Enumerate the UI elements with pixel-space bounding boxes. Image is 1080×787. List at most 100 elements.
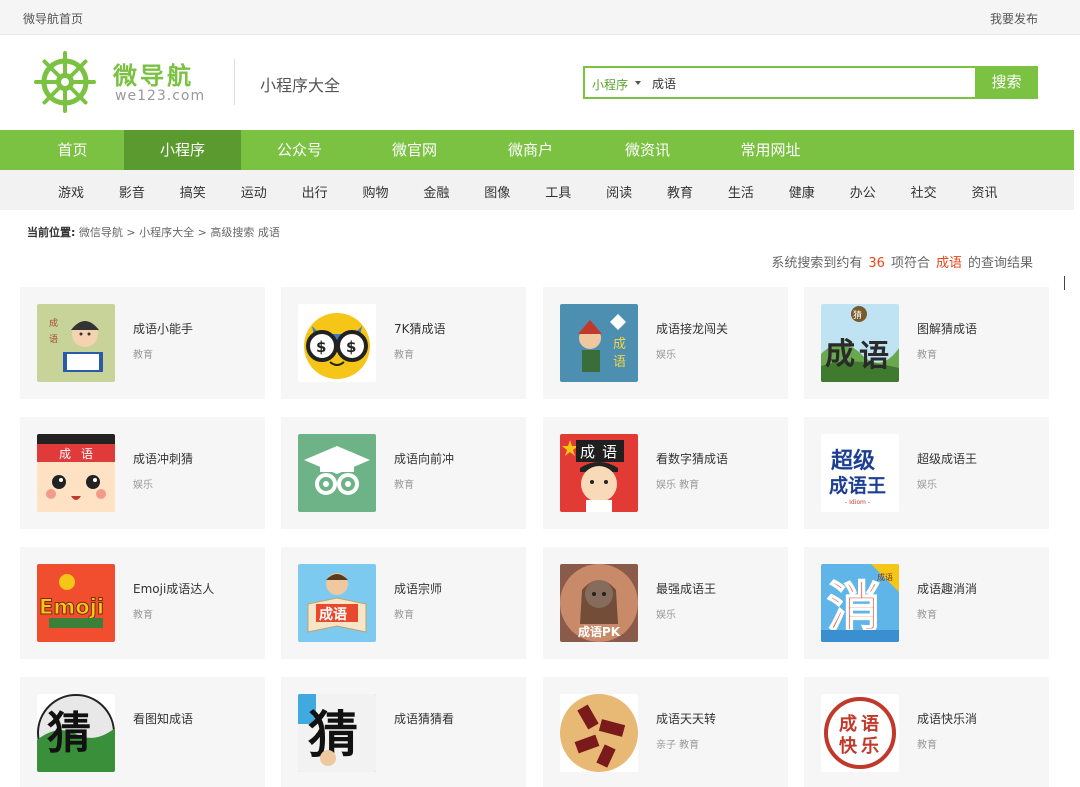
main-nav-item[interactable]: 微官网 [356, 130, 473, 170]
warrior-icon[interactable]: 成语 [560, 304, 638, 382]
app-name[interactable]: 超级成语王 [917, 450, 977, 467]
category-nav-item[interactable]: 生活 [728, 182, 754, 201]
app-card[interactable]: $ $ 7K猜成语教育 [281, 287, 526, 399]
app-card[interactable]: 成语 成语宗师 教育 [281, 547, 526, 659]
app-name[interactable]: 看图知成语 [133, 710, 193, 727]
category-nav-item[interactable]: 游戏 [58, 182, 84, 201]
result-prefix: 系统搜索到约有 [771, 256, 863, 271]
app-category: 教育 [394, 350, 414, 361]
app-name[interactable]: 成语猜猜看 [394, 710, 454, 727]
top-bar: 微导航首页 我要发布 [0, 0, 1080, 35]
app-card[interactable]: 成语 成语小能手 教育 [20, 287, 265, 399]
app-card[interactable]: 成语 成语接龙闯关 娱乐 [543, 287, 788, 399]
emoji-text-icon[interactable]: Emoji [37, 564, 115, 642]
category-nav-item[interactable]: 购物 [363, 182, 389, 201]
main-nav-item[interactable]: 微商户 [472, 130, 589, 170]
category-nav-item[interactable]: 资讯 [972, 182, 998, 201]
header-divider [234, 59, 235, 105]
app-name[interactable]: 图解猜成语 [917, 320, 977, 337]
main-nav-item[interactable]: 首页 [14, 130, 131, 170]
xiao-char-icon[interactable]: 成语消 [821, 564, 899, 642]
category-nav-item[interactable]: 搞笑 [180, 182, 206, 201]
svg-text:成: 成 [839, 713, 857, 735]
app-name[interactable]: 看数字猜成语 [656, 450, 728, 467]
landscape-chars-icon[interactable]: 成语 猜 [821, 304, 899, 382]
app-card[interactable]: 成语 看数字猜成语娱乐 教育 [543, 417, 788, 529]
headband-face-icon[interactable]: 成语 [37, 434, 115, 512]
category-nav-item[interactable]: 金融 [423, 182, 449, 201]
book-boy-icon[interactable]: 成语 [298, 564, 376, 642]
app-card[interactable]: 成语天天转 亲子 教育 [543, 677, 788, 787]
app-card[interactable]: 猜 成语猜猜看 [281, 677, 526, 787]
reading-kid-icon[interactable]: 成语 [37, 304, 115, 382]
boy-sign-icon[interactable]: 成语 [560, 434, 638, 512]
chevron-down-icon[interactable] [635, 81, 641, 85]
main-nav-item[interactable]: 常用网址 [712, 130, 829, 170]
app-name[interactable]: 成语向前冲 [394, 450, 454, 467]
super-idiom-text-icon[interactable]: 超级 成语王 - Idiom - [821, 434, 899, 512]
app-card[interactable]: 超级 成语王 - Idiom - 超级成语王 娱乐 [804, 417, 1049, 529]
category-nav-item[interactable]: 阅读 [606, 182, 632, 201]
spinning-blocks-icon[interactable] [560, 694, 638, 772]
category-nav-item[interactable]: 教育 [667, 182, 693, 201]
main-nav-item[interactable]: 微资讯 [589, 130, 706, 170]
svg-text:成: 成 [59, 447, 71, 461]
app-category: 教育 [917, 740, 937, 751]
search-button[interactable]: 搜索 [975, 66, 1038, 99]
cai-calligraphy-icon[interactable]: 猜 [298, 694, 376, 772]
search-type-select[interactable]: 小程序 [592, 76, 628, 93]
svg-text:$: $ [316, 338, 326, 356]
main-nav-item[interactable]: 小程序 [124, 130, 241, 170]
category-nav-item[interactable]: 影音 [119, 182, 145, 201]
category-nav-item[interactable]: 图像 [484, 182, 510, 201]
category-nav-item[interactable]: 工具 [545, 182, 571, 201]
breadcrumb-path[interactable]: 微信导航 > 小程序大全 > 高级搜索 成语 [79, 226, 280, 239]
publish-link[interactable]: 我要发布 [990, 10, 1038, 27]
svg-text:乐: 乐 [861, 736, 879, 757]
category-nav-item[interactable]: 运动 [241, 182, 267, 201]
search-input[interactable] [652, 74, 952, 92]
app-grid: 成语成语小能手 教育 $ $7K猜成语 教育成语成语接龙闯关 娱乐成语猜图解猜成语 教育成语… [20, 287, 1050, 787]
svg-text:Emoji: Emoji [39, 595, 104, 619]
svg-text:成: 成 [49, 317, 58, 329]
graduation-cap-icon[interactable] [298, 434, 376, 512]
result-middle: 项符合 [890, 256, 930, 271]
search-box: 小程序 搜索 [583, 66, 1038, 99]
red-seal-icon[interactable]: 成语快乐 [821, 694, 899, 772]
category-nav: 游戏 影音 搞笑 运动 出行 购物 金融 图像 工具 阅读 教育 生活 健康 办公 社交 资讯 [0, 170, 1074, 210]
app-card[interactable]: 成语消 成语趣消消 教育 [804, 547, 1049, 659]
app-category: 娱乐 教育 [656, 480, 700, 491]
girl-pk-icon[interactable]: 成语PK [560, 564, 638, 642]
app-card[interactable]: 成语 猜图解猜成语 教育 [804, 287, 1049, 399]
app-name[interactable]: 成语快乐消 [917, 710, 977, 727]
category-nav-item[interactable]: 社交 [911, 182, 937, 201]
section-title: 小程序大全 [260, 76, 341, 95]
cai-brush-icon[interactable]: 猜 [37, 694, 115, 772]
app-name[interactable]: 成语宗师 [394, 580, 442, 597]
category-nav-item[interactable]: 办公 [850, 182, 876, 201]
app-name[interactable]: 成语接龙闯关 [656, 320, 728, 337]
app-name[interactable]: 最强成语王 [656, 580, 716, 597]
app-name[interactable]: 7K猜成语 [394, 320, 446, 337]
main-nav-item[interactable]: 公众号 [241, 130, 358, 170]
app-name[interactable]: 成语冲刺猜 [133, 450, 193, 467]
app-name[interactable]: Emoji成语达人 [133, 580, 214, 597]
app-card[interactable]: Emoji Emoji成语达人 教育 [20, 547, 265, 659]
svg-text:消: 消 [827, 576, 881, 639]
app-name[interactable]: 成语小能手 [133, 320, 193, 337]
ship-wheel-logo-icon[interactable] [34, 51, 96, 113]
svg-text:语: 语 [859, 339, 889, 374]
logo-title[interactable]: 微导航 [113, 56, 194, 91]
app-name[interactable]: 成语趣消消 [917, 580, 977, 597]
money-owl-icon[interactable]: $ $ [298, 304, 376, 382]
svg-text:成: 成 [613, 337, 626, 352]
home-link[interactable]: 微导航首页 [23, 10, 83, 27]
category-nav-item[interactable]: 出行 [302, 182, 328, 201]
app-name[interactable]: 成语天天转 [656, 710, 716, 727]
app-card[interactable]: 成语快乐 成语快乐消教育 [804, 677, 1049, 787]
category-nav-item[interactable]: 健康 [789, 182, 815, 201]
app-card[interactable]: 成语 成语冲刺猜 娱乐 [20, 417, 265, 529]
app-card[interactable]: 成语向前冲 教育 [281, 417, 526, 529]
app-card[interactable]: 猜 看图知成语 [20, 677, 265, 787]
app-card[interactable]: 成语PK 最强成语王 娱乐 [543, 547, 788, 659]
